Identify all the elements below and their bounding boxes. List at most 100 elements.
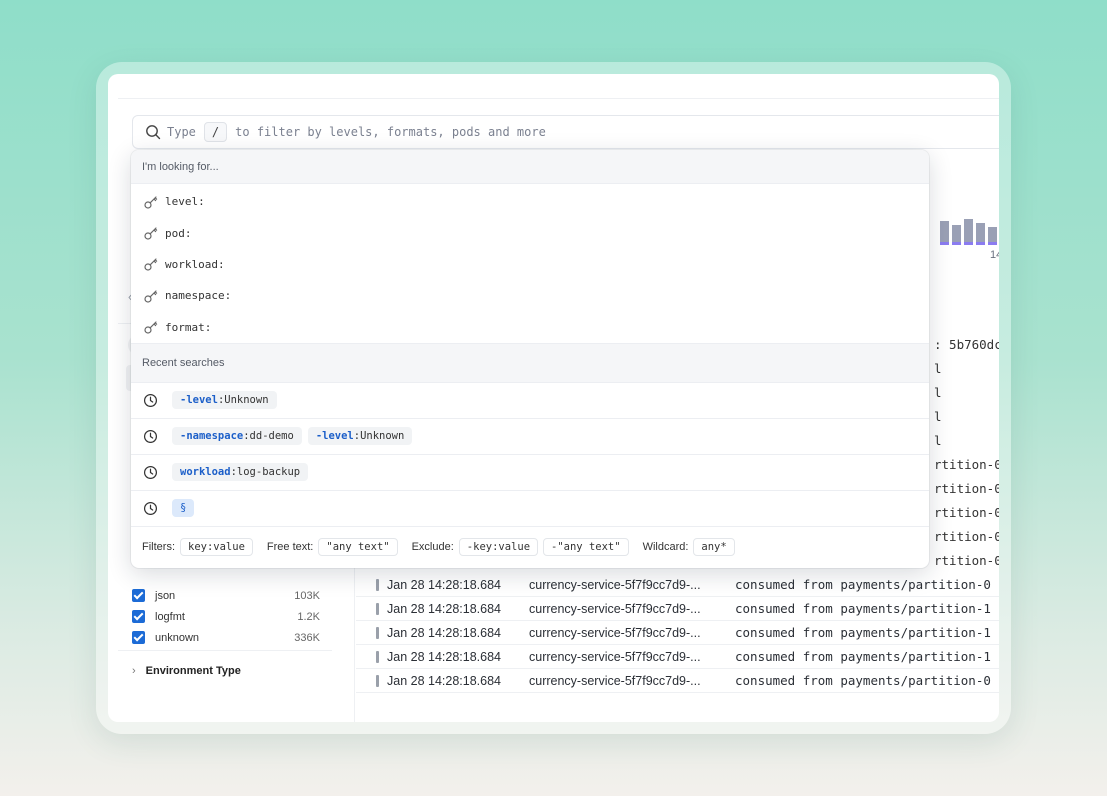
divider (118, 650, 332, 651)
log-message: consumed from payments/partition-1 at (735, 601, 999, 616)
log-timestamp: Jan 28 14:28:18.684 (387, 649, 501, 664)
format-facet-list: json 103K logfmt 1.2K unknown 336K (132, 585, 332, 648)
table-row[interactable]: Jan 28 14:28:18.684 currency-service-5f7… (356, 621, 999, 645)
level-indicator (376, 578, 379, 591)
recent-search-item[interactable]: -namespace:dd-demo -level:Unknown (131, 419, 929, 455)
chip-key: -level (180, 394, 218, 407)
recent-search-item[interactable]: -level:Unknown (131, 383, 929, 419)
log-service: currency-service-5f7f9cc7d9-... (529, 625, 701, 640)
histogram-bar[interactable] (988, 227, 997, 245)
log-fragment: rtition-0 at (934, 505, 999, 520)
suggestion-key-namespace[interactable]: namespace: (131, 280, 929, 311)
log-message: consumed from payments/partition-1 at (735, 625, 999, 640)
log-timestamp: Jan 28 14:28:18.684 (387, 625, 501, 640)
key-icon (144, 258, 158, 272)
level-indicator (376, 626, 379, 639)
search-placeholder-prefix: Type (167, 125, 196, 139)
log-service: currency-service-5f7f9cc7d9-... (529, 673, 701, 688)
freetext-label: Free text: (266, 540, 314, 553)
search-placeholder-suffix: to filter by levels, formats, pods and m… (235, 125, 546, 139)
chip-key: workload (180, 466, 231, 479)
table-row[interactable]: Jan 28 14:28:18.684 currency-service-5f7… (356, 645, 999, 669)
suggestion-key-workload[interactable]: workload: (131, 249, 929, 280)
suggestion-key-label: workload: (165, 257, 225, 271)
facet-label: unknown (155, 631, 200, 644)
log-message: consumed from payments/partition-0 at (735, 673, 999, 688)
chip-value: Unknown (360, 430, 405, 443)
table-row[interactable]: Jan 28 14:28:18.684 currency-service-5f7… (356, 669, 999, 693)
suggestion-key-format[interactable]: format: (131, 312, 929, 343)
table-row[interactable]: Jan 28 14:28:18.684 currency-service-5f7… (356, 573, 999, 597)
facet-count: 336K (294, 631, 320, 644)
suggestion-key-level[interactable]: level: (131, 186, 929, 217)
log-fragment: l (934, 361, 942, 376)
filter-chip[interactable]: -namespace:dd-demo (172, 427, 302, 446)
facet-group-environment-type[interactable]: › Environment Type (132, 665, 241, 677)
facet-group-label: Environment Type (145, 665, 241, 677)
facet-count: 1.2K (297, 610, 320, 623)
histogram-bar[interactable] (952, 225, 961, 245)
search-suggestions-dropdown: I'm looking for... level: pod: workload:… (131, 150, 929, 568)
filters-example: key:value (180, 537, 253, 556)
clock-icon (143, 465, 158, 479)
log-service: currency-service-5f7f9cc7d9-... (529, 649, 701, 664)
histogram-bar[interactable] (940, 221, 949, 245)
log-table: Jan 28 14:28:18.684 currency-service-5f7… (356, 573, 999, 693)
search-input[interactable]: Type / to filter by levels, formats, pod… (132, 115, 999, 149)
suggestion-key-pod[interactable]: pod: (131, 217, 929, 248)
key-icon (144, 290, 158, 303)
checkbox-checked[interactable] (132, 610, 145, 623)
histogram-bar[interactable] (964, 219, 973, 245)
looking-for-header: I'm looking for... (131, 150, 929, 184)
chip-value: Unknown (224, 394, 269, 407)
chip-value: dd-demo (249, 430, 294, 443)
key-icon (144, 321, 158, 334)
facet-item-logfmt[interactable]: logfmt 1.2K (132, 606, 332, 627)
free-text-chip[interactable]: § (172, 499, 195, 518)
freetext-example: "any text" (318, 537, 398, 556)
log-service: currency-service-5f7f9cc7d9-... (529, 577, 701, 592)
facet-item-json[interactable]: json 103K (132, 585, 332, 606)
chip-key: -namespace (180, 430, 244, 443)
chevron-right-icon: › (132, 665, 136, 677)
clock-icon (143, 393, 158, 407)
log-fragment: rtition-0 at (934, 481, 999, 496)
clock-icon (143, 429, 158, 443)
filters-label: Filters: (142, 540, 175, 553)
chip-value: log-backup (236, 466, 301, 479)
facet-count: 103K (294, 589, 320, 602)
log-fragment: : 5b760dc2 (934, 337, 999, 352)
facet-label: logfmt (155, 610, 185, 623)
recent-search-item[interactable]: workload:log-backup (131, 455, 929, 491)
log-fragment: l (934, 385, 942, 400)
recent-search-item[interactable]: § (131, 491, 929, 527)
histogram-bar[interactable] (976, 223, 985, 245)
shortcut-key: / (203, 122, 228, 142)
suggestion-key-label: pod: (165, 226, 192, 240)
suggestion-key-label: level: (165, 195, 205, 209)
filter-chip[interactable]: -level:Unknown (172, 391, 277, 410)
filter-chip[interactable]: workload:log-backup (172, 463, 309, 482)
facet-label: json (155, 589, 176, 602)
log-histogram[interactable] (940, 201, 999, 245)
chip-key: -level (315, 430, 354, 443)
log-fragment: rtition-0 at (934, 529, 999, 544)
checkbox-checked[interactable] (132, 631, 145, 644)
recent-searches-header: Recent searches (131, 342, 929, 383)
checkbox-checked[interactable] (132, 589, 145, 602)
log-fragment: l (934, 409, 942, 424)
histogram-tick-label: 14:2 (990, 249, 999, 261)
key-icon (144, 227, 158, 240)
log-timestamp: Jan 28 14:28:18.684 (387, 601, 501, 616)
facet-item-unknown[interactable]: unknown 336K (132, 627, 332, 648)
wildcard-example: any* (693, 537, 735, 556)
level-indicator (376, 674, 379, 687)
exclude-example: -"any text" (543, 537, 629, 556)
search-icon (146, 125, 161, 140)
filter-chip[interactable]: -level:Unknown (307, 427, 413, 446)
log-fragment: rtition-0 at (934, 553, 999, 568)
log-fragment: rtition-0 at (934, 457, 999, 472)
table-row[interactable]: Jan 28 14:28:18.684 currency-service-5f7… (356, 597, 999, 621)
syntax-help-footer: Filters: key:value Free text: "any text"… (131, 527, 929, 567)
level-indicator (376, 602, 379, 615)
